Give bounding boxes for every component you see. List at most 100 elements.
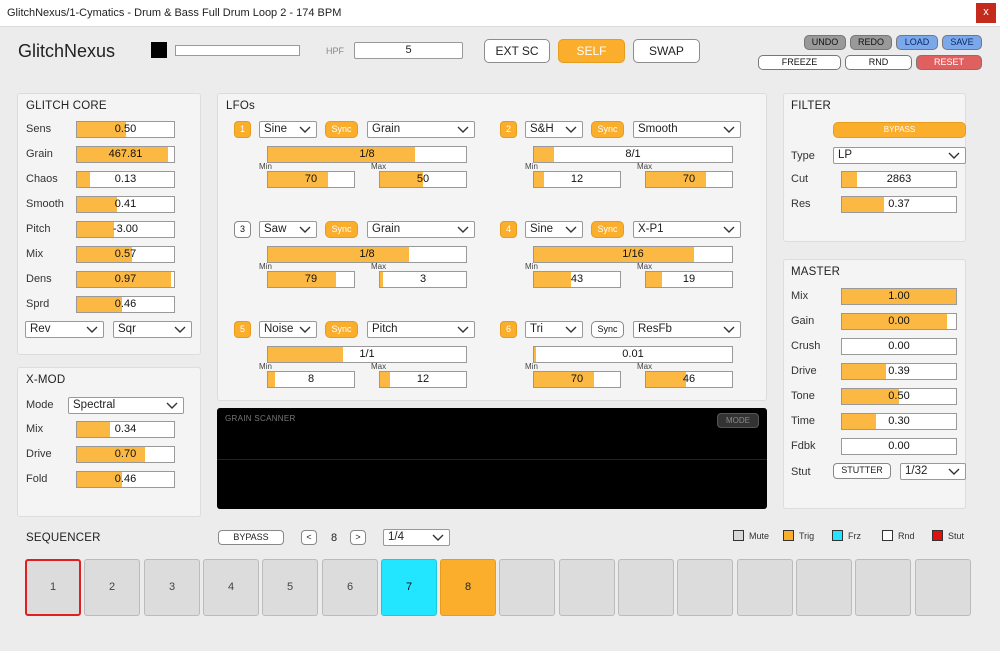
- lfo-5-target-dropdown[interactable]: Pitch: [367, 321, 475, 338]
- lfo-5-sync-button[interactable]: Sync: [325, 321, 358, 338]
- lfo-4-min-slider[interactable]: 43: [533, 271, 621, 288]
- save-button[interactable]: SAVE: [942, 35, 982, 50]
- load-button[interactable]: LOAD: [896, 35, 938, 50]
- glitch_core-dens-slider[interactable]: 0.97: [76, 271, 175, 288]
- lfo-4-number-button[interactable]: 4: [500, 221, 517, 238]
- close-button[interactable]: x: [976, 3, 996, 23]
- glitch_core-chaos-slider[interactable]: 0.13: [76, 171, 175, 188]
- xmod-mix-slider[interactable]: 0.34: [76, 421, 175, 438]
- sequencer-step-8[interactable]: 8: [440, 559, 496, 616]
- lfo-6-max-slider[interactable]: 46: [645, 371, 733, 388]
- lfo-2-sync-button[interactable]: Sync: [591, 121, 624, 138]
- filter-cut-slider[interactable]: 2863: [841, 171, 957, 188]
- stutter-button[interactable]: STUTTER: [833, 463, 891, 479]
- master-gain-slider[interactable]: 0.00: [841, 313, 957, 330]
- lfo-3-sync-button[interactable]: Sync: [325, 221, 358, 238]
- lfo-3-max-slider[interactable]: 3: [379, 271, 467, 288]
- sequencer-step-3[interactable]: 3: [144, 559, 200, 616]
- sequencer-step-1[interactable]: 1: [25, 559, 81, 616]
- filter-bypass-button[interactable]: BYPASS: [833, 122, 966, 138]
- lfo-4-target-dropdown[interactable]: X-P1: [633, 221, 741, 238]
- glitch_core-smooth-slider[interactable]: 0.41: [76, 196, 175, 213]
- lfo-2-target-dropdown[interactable]: Smooth: [633, 121, 741, 138]
- glitch_core-pitch-slider[interactable]: -3.00: [76, 221, 175, 238]
- master-time-slider[interactable]: 0.30: [841, 413, 957, 430]
- redo-button[interactable]: REDO: [850, 35, 892, 50]
- sequencer-step-2[interactable]: 2: [84, 559, 140, 616]
- sequencer-step-4[interactable]: 4: [203, 559, 259, 616]
- lfo-2-number-button[interactable]: 2: [500, 121, 517, 138]
- xmod-fold-slider[interactable]: 0.46: [76, 471, 175, 488]
- lfo-3-target-dropdown[interactable]: Grain: [367, 221, 475, 238]
- glitch-core-dropdown-1[interactable]: Rev: [25, 321, 104, 338]
- lfo-6-target-dropdown[interactable]: ResFb: [633, 321, 741, 338]
- scanner-mode-button[interactable]: MODE: [717, 413, 759, 428]
- filter-res-slider[interactable]: 0.37: [841, 196, 957, 213]
- stutter-division-dropdown[interactable]: 1/32: [900, 463, 966, 480]
- undo-button[interactable]: UNDO: [804, 35, 846, 50]
- glitch_core-sens-slider[interactable]: 0.50: [76, 121, 175, 138]
- glitch_core-grain-slider[interactable]: 467.81: [76, 146, 175, 163]
- master-drive-slider[interactable]: 0.39: [841, 363, 957, 380]
- lfo-2-rate-slider[interactable]: 8/1: [533, 146, 733, 163]
- lfo-5-number-button[interactable]: 5: [234, 321, 251, 338]
- glitch_core-mix-slider[interactable]: 0.57: [76, 246, 175, 263]
- lfo-6-rate-slider[interactable]: 0.01: [533, 346, 733, 363]
- sequencer-bypass-button[interactable]: BYPASS: [218, 530, 284, 545]
- lfo-6-sync-button[interactable]: Sync: [591, 321, 624, 338]
- lfo-1-target-dropdown[interactable]: Grain: [367, 121, 475, 138]
- lfo-1-rate-slider[interactable]: 1/8: [267, 146, 467, 163]
- master-tone-slider[interactable]: 0.50: [841, 388, 957, 405]
- lfo-4-wave-dropdown[interactable]: Sine: [525, 221, 583, 238]
- sequencer-step-15[interactable]: [855, 559, 911, 616]
- lfo-4-rate-slider[interactable]: 1/16: [533, 246, 733, 263]
- lfo-3-wave-dropdown[interactable]: Saw: [259, 221, 317, 238]
- lfo-1-number-button[interactable]: 1: [234, 121, 251, 138]
- sequencer-step-16[interactable]: [915, 559, 971, 616]
- lfo-5-max-slider[interactable]: 12: [379, 371, 467, 388]
- lfo-4-sync-button[interactable]: Sync: [591, 221, 624, 238]
- lfo-5-wave-dropdown[interactable]: Noise: [259, 321, 317, 338]
- swap-button[interactable]: SWAP: [633, 39, 700, 63]
- lfo-6-min-slider[interactable]: 70: [533, 371, 621, 388]
- lfo-2-min-slider[interactable]: 12: [533, 171, 621, 188]
- master-fdbk-slider[interactable]: 0.00: [841, 438, 957, 455]
- rnd-button[interactable]: RND: [845, 55, 912, 70]
- lfo-3-min-slider[interactable]: 79: [267, 271, 355, 288]
- lfo-6-number-button[interactable]: 6: [500, 321, 517, 338]
- hpf-input[interactable]: 5: [354, 42, 463, 59]
- sequencer-step-7[interactable]: 7: [381, 559, 437, 616]
- ext-sc-button[interactable]: EXT SC: [484, 39, 550, 63]
- lfo-2-max-slider[interactable]: 70: [645, 171, 733, 188]
- lfo-3-rate-slider[interactable]: 1/8: [267, 246, 467, 263]
- filter-type-dropdown[interactable]: LP: [833, 147, 966, 164]
- sequencer-prev-button[interactable]: <: [301, 530, 317, 545]
- sequencer-division-dropdown[interactable]: 1/4: [383, 529, 450, 546]
- sequencer-step-14[interactable]: [796, 559, 852, 616]
- glitch-core-dropdown-2[interactable]: Sqr: [113, 321, 192, 338]
- lfo-1-wave-dropdown[interactable]: Sine: [259, 121, 317, 138]
- lfo-6-wave-dropdown[interactable]: Tri: [525, 321, 583, 338]
- sequencer-next-button[interactable]: >: [350, 530, 366, 545]
- lfo-1-sync-button[interactable]: Sync: [325, 121, 358, 138]
- lfo-2-wave-dropdown[interactable]: S&H: [525, 121, 583, 138]
- sequencer-step-5[interactable]: 5: [262, 559, 318, 616]
- sequencer-step-9[interactable]: [499, 559, 555, 616]
- sequencer-step-11[interactable]: [618, 559, 674, 616]
- glitch_core-sprd-slider[interactable]: 0.46: [76, 296, 175, 313]
- lfo-1-max-slider[interactable]: 50: [379, 171, 467, 188]
- self-button[interactable]: SELF: [558, 39, 625, 63]
- sequencer-step-10[interactable]: [559, 559, 615, 616]
- lfo-1-min-slider[interactable]: 70: [267, 171, 355, 188]
- reset-button[interactable]: RESET: [916, 55, 982, 70]
- lfo-5-rate-slider[interactable]: 1/1: [267, 346, 467, 363]
- master-mix-slider[interactable]: 1.00: [841, 288, 957, 305]
- freeze-button[interactable]: FREEZE: [758, 55, 841, 70]
- sequencer-step-6[interactable]: 6: [322, 559, 378, 616]
- lfo-5-min-slider[interactable]: 8: [267, 371, 355, 388]
- master-crush-slider[interactable]: 0.00: [841, 338, 957, 355]
- lfo-3-number-button[interactable]: 3: [234, 221, 251, 238]
- sequencer-step-13[interactable]: [737, 559, 793, 616]
- sequencer-step-12[interactable]: [677, 559, 733, 616]
- lfo-4-max-slider[interactable]: 19: [645, 271, 733, 288]
